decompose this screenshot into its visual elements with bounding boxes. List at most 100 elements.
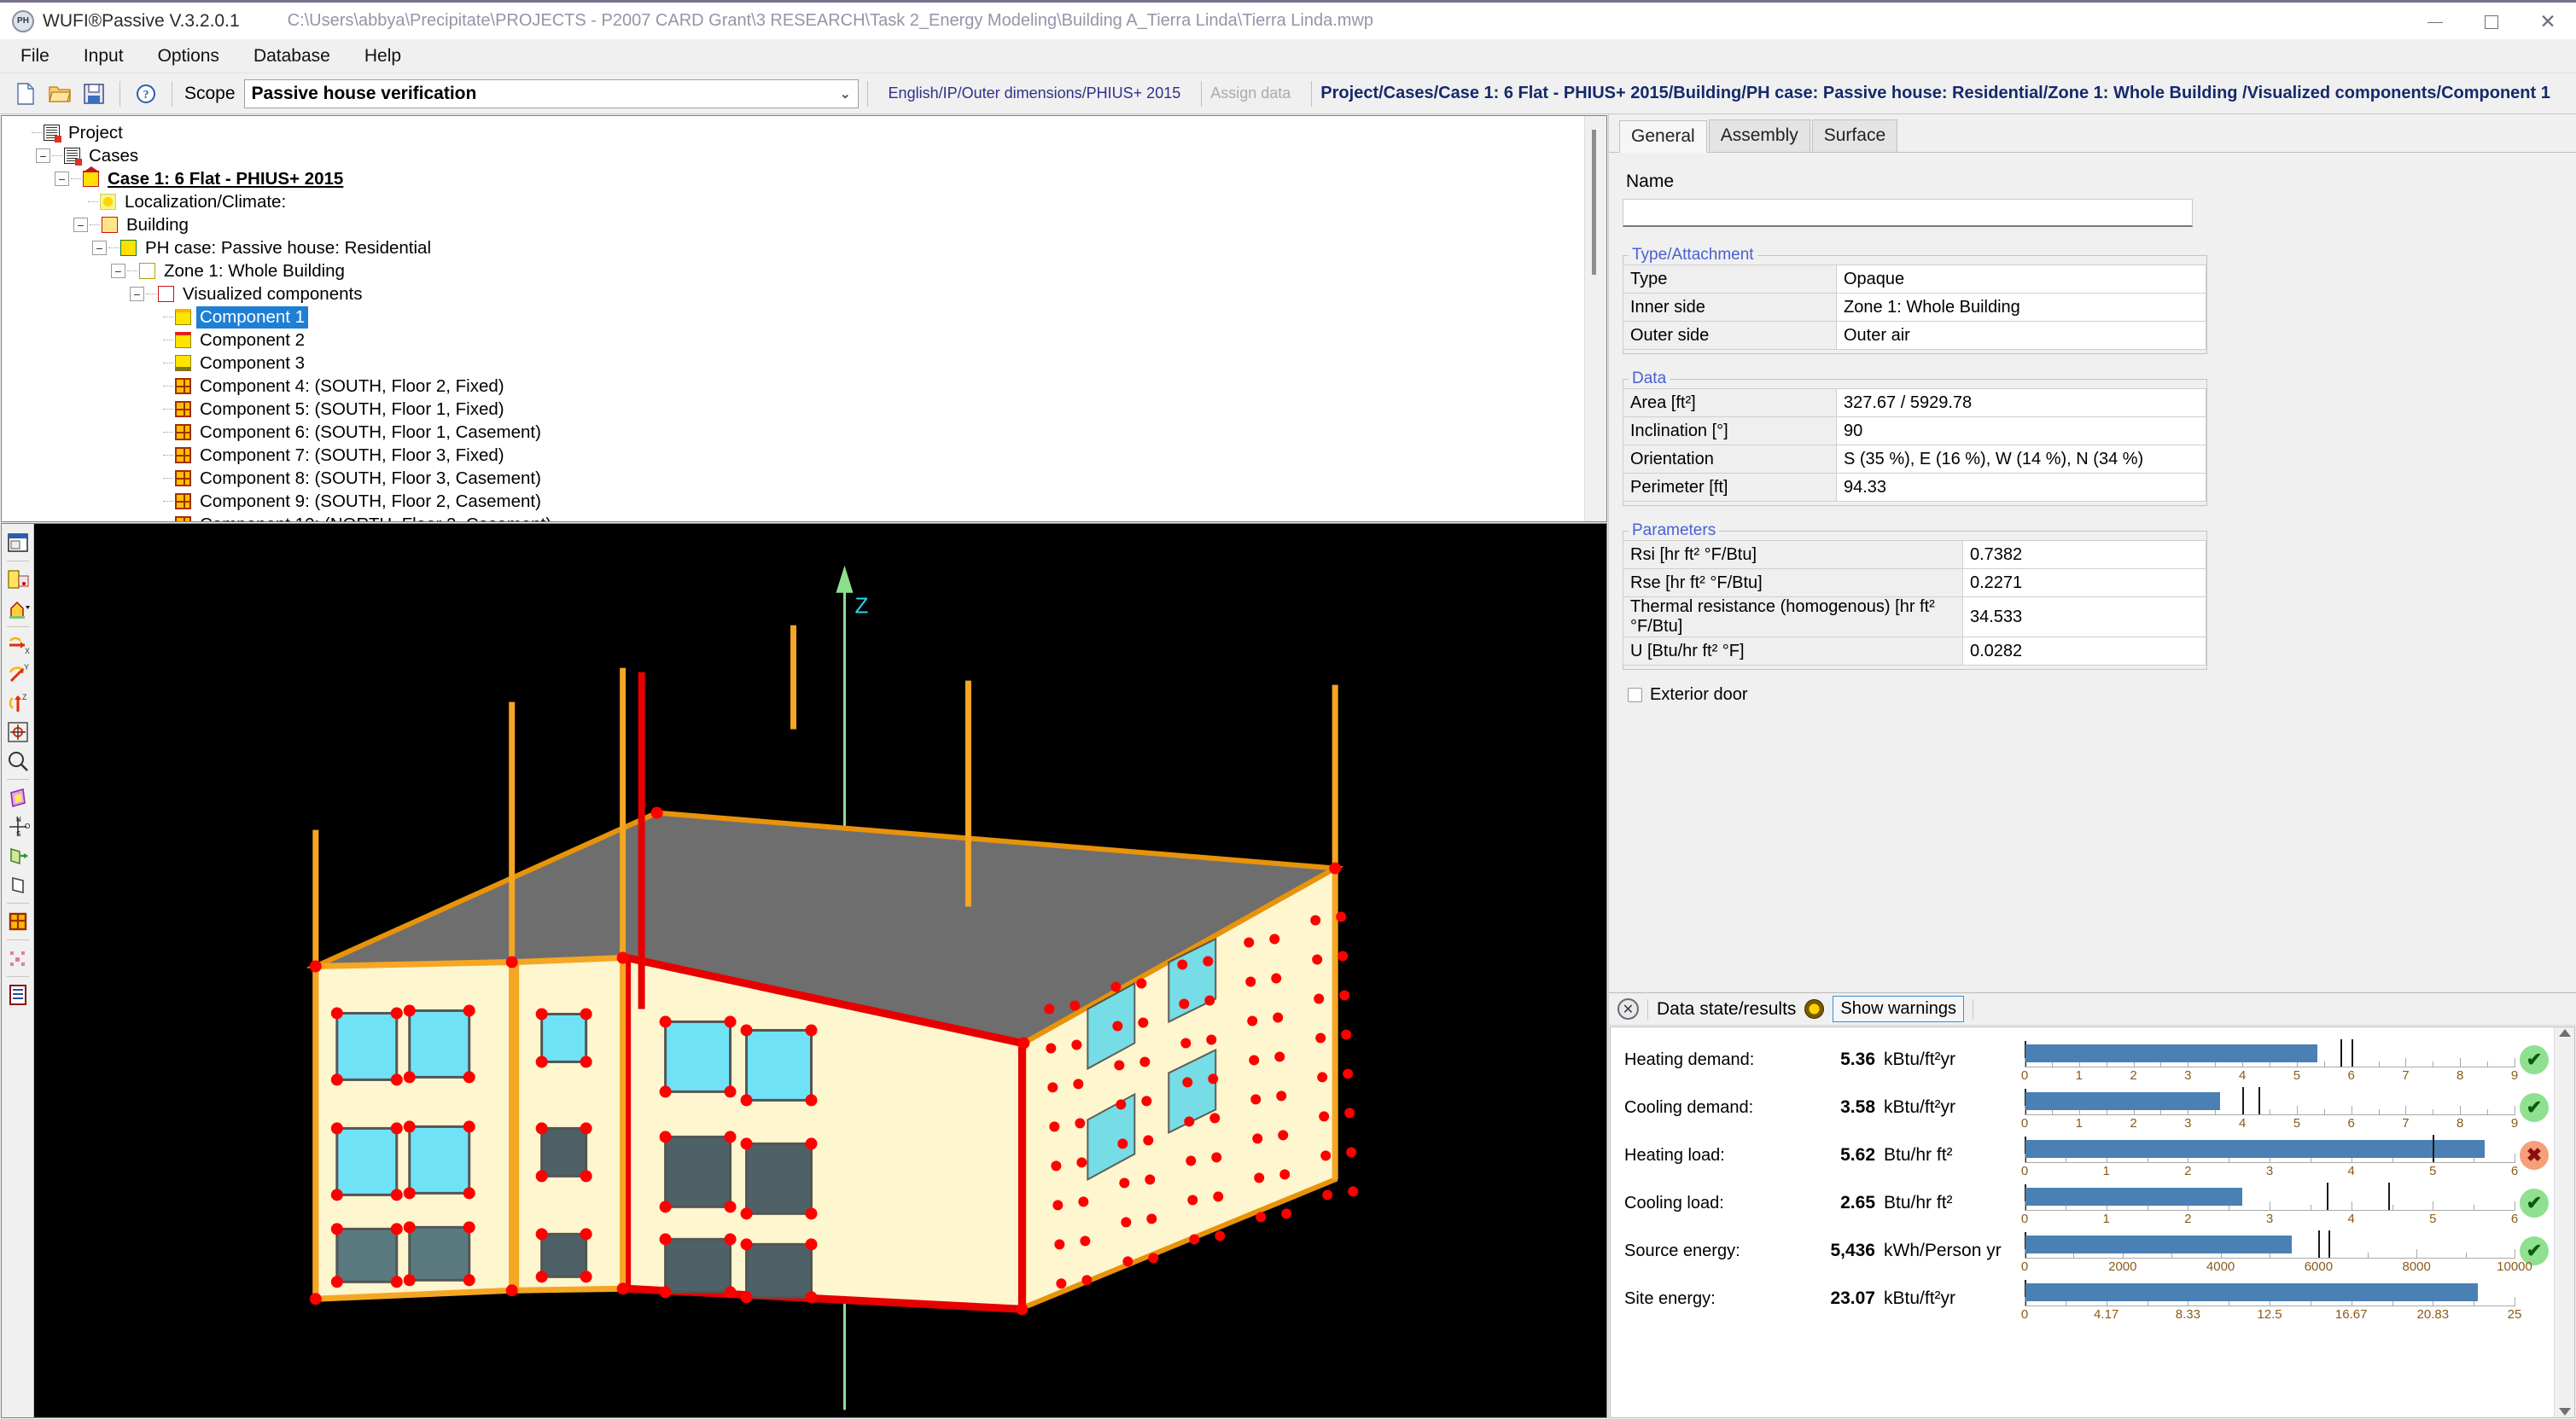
- chart-tick-label: 1: [2075, 1116, 2083, 1131]
- building-dropdown-icon[interactable]: [5, 596, 31, 621]
- tree-node[interactable]: − Building: [5, 213, 1606, 236]
- chart-tick-label: 0: [2020, 1307, 2029, 1322]
- viewport-toolbar-separator: [6, 903, 29, 904]
- chart-tick-label: 20.83: [2416, 1307, 2450, 1322]
- window-icon[interactable]: [5, 909, 31, 934]
- case-icon: [83, 166, 100, 187]
- rotate-x-icon[interactable]: X: [5, 632, 31, 658]
- building-3d-model: Z X: [306, 565, 1359, 1410]
- scope-select[interactable]: Passive house verification ⌄: [243, 79, 859, 108]
- tab-assembly[interactable]: Assembly: [1708, 119, 1810, 152]
- show-warnings-button[interactable]: Show warnings: [1833, 996, 1965, 1022]
- surface-icon[interactable]: [5, 785, 31, 811]
- close-button[interactable]: ✕: [2520, 3, 2576, 42]
- tree-connector: [163, 386, 173, 387]
- building-3d-viewport[interactable]: Z X: [34, 524, 1606, 1417]
- exterior-door-row[interactable]: Exterior door: [1628, 685, 2562, 705]
- results-list: Heating demand: 5.36 kBtu/ft²yr 0 1 2 3 4 5 6 7 8 9 ✔…: [1611, 1027, 2554, 1417]
- tree-node[interactable]: − Visualized components: [5, 282, 1606, 305]
- chart-tick-label: 7: [2402, 1116, 2410, 1131]
- chart-tick-label: 10000: [2497, 1259, 2532, 1274]
- tree-node[interactable]: − Case 1: 6 Flat - PHIUS+ 2015: [5, 166, 1606, 190]
- tree-node[interactable]: Component 3: [5, 352, 1606, 375]
- new-document-icon[interactable]: [11, 80, 40, 108]
- assign-data-button[interactable]: Assign data: [1210, 84, 1291, 102]
- tree-node[interactable]: Component 7: (SOUTH, Floor 3, Fixed): [5, 444, 1606, 467]
- tree-node[interactable]: − PH case: Passive house: Residential: [5, 236, 1606, 259]
- zoom-icon[interactable]: [5, 748, 31, 774]
- ph-icon: [120, 240, 137, 256]
- status-ok-icon: ✔: [2520, 1045, 2549, 1074]
- chart-bar: [2025, 1283, 2478, 1301]
- scroll-up-icon[interactable]: [2559, 1029, 2571, 1037]
- chart-tick-label: 4000: [2206, 1259, 2235, 1274]
- viewport-toolbar-separator: [6, 626, 29, 627]
- result-status: ✔: [2515, 1045, 2554, 1074]
- tree-expander-icon[interactable]: −: [92, 241, 107, 255]
- tree-node[interactable]: Component 1: [5, 305, 1606, 329]
- menu-database[interactable]: Database: [240, 43, 344, 70]
- tree-node[interactable]: Component 8: (SOUTH, Floor 3, Casement): [5, 467, 1606, 490]
- tree-scrollbar[interactable]: [1584, 116, 1606, 521]
- chart-tick-label: 12.5: [2257, 1307, 2282, 1322]
- tree-expander-icon[interactable]: −: [55, 172, 69, 186]
- tree-node[interactable]: Component 4: (SOUTH, Floor 2, Fixed): [5, 375, 1606, 398]
- tree-node-label: Component 5: (SOUTH, Floor 1, Fixed): [200, 398, 504, 419]
- help-icon[interactable]: ?: [131, 80, 160, 108]
- tree-node[interactable]: Component 10: (NORTH, Floor 2, Casement): [5, 513, 1606, 521]
- exterior-door-checkbox[interactable]: [1628, 688, 1642, 702]
- menu-options[interactable]: Options: [144, 43, 233, 70]
- tree-node[interactable]: Localization/Climate:: [5, 190, 1606, 213]
- rse-key: Rse [hr ft² °F/Btu]: [1623, 568, 1963, 597]
- tab-surface[interactable]: Surface: [1811, 119, 1898, 152]
- menu-help[interactable]: Help: [351, 43, 415, 70]
- center-view-icon[interactable]: [5, 719, 31, 745]
- chart-limit-marker: [2340, 1039, 2342, 1067]
- save-icon[interactable]: [79, 80, 108, 108]
- open-folder-icon[interactable]: [45, 80, 74, 108]
- tree-node[interactable]: Project: [5, 121, 1606, 144]
- plane-icon[interactable]: [5, 872, 31, 898]
- extrude-icon[interactable]: [5, 843, 31, 869]
- results-scrollbar[interactable]: [2554, 1027, 2574, 1417]
- win-icon: [175, 516, 191, 521]
- chart-tick-label: 1: [2102, 1164, 2110, 1178]
- tab-general[interactable]: General: [1619, 120, 1707, 153]
- outer-side-value[interactable]: Outer air: [1836, 321, 2206, 350]
- info-bulb-icon[interactable]: [1804, 999, 1825, 1019]
- tree-node[interactable]: − Cases: [5, 144, 1606, 167]
- toolbar-separator-5: [1311, 80, 1313, 107]
- tree-node[interactable]: Component 2: [5, 329, 1606, 352]
- tree-expander-icon[interactable]: −: [111, 264, 125, 278]
- chart-tick-label: 0: [2020, 1259, 2029, 1274]
- close-results-icon[interactable]: ✕: [1617, 998, 1639, 1020]
- name-input[interactable]: [1623, 199, 2193, 227]
- rotate-z-icon[interactable]: Z: [5, 690, 31, 716]
- scroll-down-icon[interactable]: [2559, 1408, 2571, 1416]
- tree-expander-icon[interactable]: −: [36, 148, 50, 163]
- page-layout-icon[interactable]: [5, 530, 31, 555]
- legend-icon[interactable]: [5, 567, 31, 592]
- tree-node[interactable]: Component 5: (SOUTH, Floor 1, Fixed): [5, 398, 1606, 421]
- compass-icon[interactable]: NOS: [5, 814, 31, 840]
- menu-file[interactable]: File: [7, 43, 63, 70]
- result-row: Heating demand: 5.36 kBtu/ft²yr 0 1 2 3 4 5 6 7 8 9 ✔: [1611, 1036, 2554, 1084]
- points-icon[interactable]: [5, 945, 31, 971]
- tree-expander-icon[interactable]: −: [130, 287, 144, 301]
- type-value[interactable]: Opaque: [1836, 265, 2206, 294]
- list-icon[interactable]: [5, 982, 31, 1008]
- maximize-button[interactable]: [2463, 3, 2520, 42]
- tree-node[interactable]: − Zone 1: Whole Building: [5, 259, 1606, 282]
- minimize-button[interactable]: [2407, 3, 2463, 42]
- tree-expander-icon[interactable]: −: [73, 218, 88, 232]
- inner-side-value[interactable]: Zone 1: Whole Building: [1836, 293, 2206, 322]
- menu-input[interactable]: Input: [70, 43, 137, 70]
- tree-node[interactable]: Component 9: (SOUTH, Floor 2, Casement): [5, 490, 1606, 513]
- chart-tick-label: 7: [2402, 1068, 2410, 1083]
- main-toolbar: ? Scope Passive house verification ⌄ Eng…: [0, 73, 2576, 114]
- tree-node[interactable]: Component 6: (SOUTH, Floor 1, Casement): [5, 421, 1606, 444]
- tree-scrollbar-thumb[interactable]: [1592, 130, 1596, 275]
- rotate-y-icon[interactable]: Y: [5, 661, 31, 687]
- chart-tick-label: 6000: [2304, 1259, 2334, 1274]
- result-row: Cooling demand: 3.58 kBtu/ft²yr 0 1 2 3 4 5 6 7 8 9 ✔: [1611, 1084, 2554, 1131]
